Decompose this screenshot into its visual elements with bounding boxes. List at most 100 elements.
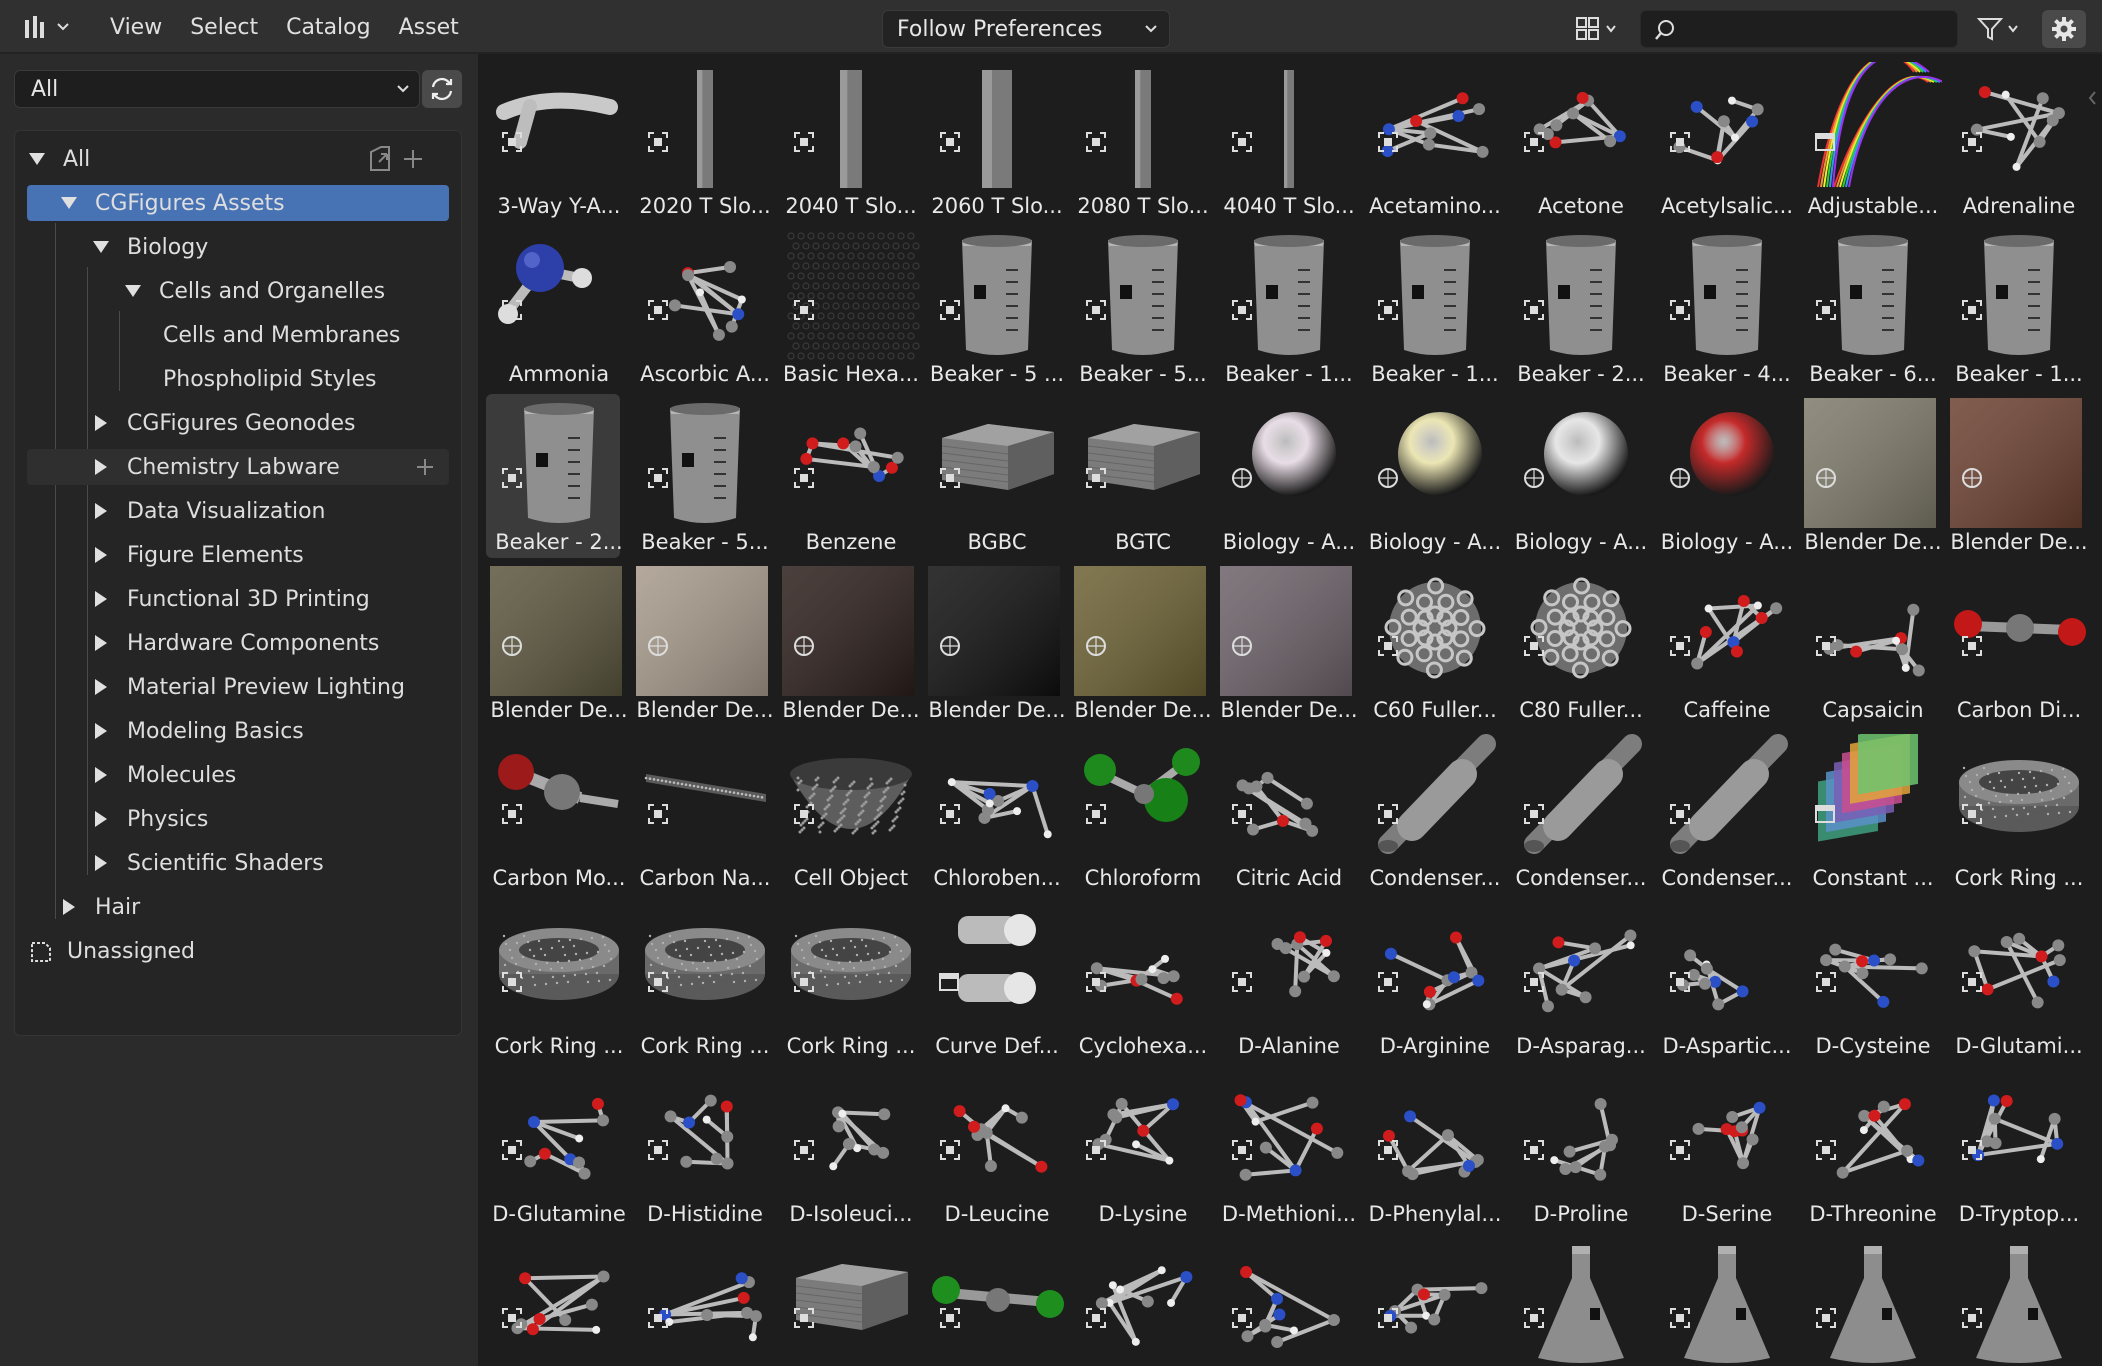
asset-tile[interactable]: Ammonia (486, 226, 632, 394)
asset-tile[interactable]: Biology - A... (1362, 394, 1508, 562)
asset-tile[interactable] (1800, 1234, 1946, 1366)
chevron-left-icon[interactable] (2088, 88, 2096, 108)
asset-tile[interactable] (1654, 1234, 1800, 1366)
disclosure-collapsed-icon[interactable] (95, 811, 107, 827)
add-catalog-icon[interactable] (415, 457, 435, 477)
asset-tile[interactable]: Cork Ring ... (486, 898, 632, 1066)
asset-tile[interactable]: Curve Def... (924, 898, 1070, 1066)
asset-tile[interactable] (1216, 1234, 1362, 1366)
asset-tile[interactable]: Biology - A... (1216, 394, 1362, 562)
disclosure-collapsed-icon[interactable] (95, 855, 107, 871)
asset-tile[interactable]: Blender De... (924, 562, 1070, 730)
asset-tile[interactable]: Beaker - 6... (1800, 226, 1946, 394)
asset-tile[interactable] (778, 1234, 924, 1366)
asset-tile[interactable]: Condenser... (1362, 730, 1508, 898)
asset-tile[interactable]: Cell Object (778, 730, 924, 898)
disclosure-collapsed-icon[interactable] (95, 723, 107, 739)
asset-tile[interactable]: D-Arginine (1362, 898, 1508, 1066)
asset-tile[interactable] (632, 1234, 778, 1366)
catalog-item-phospholipid-styles[interactable]: Phospholipid Styles (15, 361, 463, 397)
catalog-item-figure-elements[interactable]: Figure Elements (15, 537, 463, 573)
asset-tile[interactable]: Cyclohexa... (1070, 898, 1216, 1066)
asset-tile[interactable]: D-Glutami... (1946, 898, 2086, 1066)
asset-tile[interactable]: Beaker - 1... (1362, 226, 1508, 394)
import-method-dropdown[interactable]: Follow Preferences (882, 10, 1170, 48)
asset-tile[interactable]: Blender De... (1946, 394, 2086, 562)
catalog-item-modeling-basics[interactable]: Modeling Basics (15, 713, 463, 749)
asset-tile[interactable]: D-Proline (1508, 1066, 1654, 1234)
asset-tile[interactable]: Blender De... (486, 562, 632, 730)
disclosure-collapsed-icon[interactable] (95, 415, 107, 431)
asset-tile[interactable]: D-Asparag... (1508, 898, 1654, 1066)
disclosure-expanded-icon[interactable] (125, 285, 141, 297)
catalog-item-material-preview-lighting[interactable]: Material Preview Lighting (15, 669, 463, 705)
asset-tile[interactable]: Blender De... (632, 562, 778, 730)
catalog-item-cells-and-organelles[interactable]: Cells and Organelles (15, 273, 463, 309)
asset-tile[interactable]: D-Leucine (924, 1066, 1070, 1234)
asset-tile[interactable]: Cork Ring ... (778, 898, 924, 1066)
editor-type-button[interactable] (14, 8, 76, 46)
asset-tile[interactable]: Biology - A... (1508, 394, 1654, 562)
new-catalog-icon[interactable] (367, 144, 437, 174)
asset-tile[interactable]: C80 Fuller... (1508, 562, 1654, 730)
catalog-item-hair[interactable]: Hair (15, 889, 463, 925)
disclosure-collapsed-icon[interactable] (95, 503, 107, 519)
asset-tile[interactable]: Adjustable... (1800, 58, 1946, 226)
menu-view[interactable]: View (96, 15, 176, 40)
asset-tile[interactable] (1508, 1234, 1654, 1366)
catalog-item-hardware-components[interactable]: Hardware Components (15, 625, 463, 661)
disclosure-expanded-icon[interactable] (61, 197, 77, 209)
disclosure-collapsed-icon[interactable] (95, 459, 107, 475)
menu-select[interactable]: Select (176, 15, 272, 40)
disclosure-collapsed-icon[interactable] (95, 591, 107, 607)
disclosure-collapsed-icon[interactable] (95, 635, 107, 651)
asset-tile[interactable]: Blender De... (778, 562, 924, 730)
search-input[interactable] (1685, 15, 1949, 45)
asset-tile[interactable]: 4040 T Slo... (1216, 58, 1362, 226)
asset-library-dropdown[interactable]: All (14, 70, 420, 108)
asset-tile[interactable]: Condenser... (1654, 730, 1800, 898)
asset-tile[interactable]: 2040 T Slo... (778, 58, 924, 226)
asset-tile[interactable]: Citric Acid (1216, 730, 1362, 898)
asset-tile[interactable]: D-Histidine (632, 1066, 778, 1234)
asset-tile[interactable] (1946, 1234, 2086, 1366)
catalog-item-cgfigures-assets[interactable]: CGFigures Assets (15, 185, 463, 221)
asset-tile[interactable]: D-Aspartic... (1654, 898, 1800, 1066)
asset-tile[interactable]: BGBC (924, 394, 1070, 562)
asset-tile[interactable]: D-Methioni... (1216, 1066, 1362, 1234)
asset-tile[interactable]: Beaker - 5 ... (924, 226, 1070, 394)
asset-tile[interactable]: D-Serine (1654, 1066, 1800, 1234)
asset-tile[interactable]: Basic Hexa... (778, 226, 924, 394)
asset-tile[interactable]: 2060 T Slo... (924, 58, 1070, 226)
search-field[interactable] (1640, 10, 1958, 48)
asset-tile[interactable]: Chloroben... (924, 730, 1070, 898)
asset-tile[interactable]: D-Cysteine (1800, 898, 1946, 1066)
catalog-item-chemistry-labware[interactable]: Chemistry Labware (15, 449, 463, 485)
asset-tile[interactable]: Acetamino... (1362, 58, 1508, 226)
asset-tile[interactable]: Capsaicin (1800, 562, 1946, 730)
asset-tile[interactable]: D-Threonine (1800, 1066, 1946, 1234)
settings-button[interactable] (2042, 10, 2086, 48)
asset-tile[interactable]: Cork Ring ... (1946, 730, 2086, 898)
menu-asset[interactable]: Asset (385, 15, 473, 40)
catalog-item-functional-3d-printing[interactable]: Functional 3D Printing (15, 581, 463, 617)
asset-tile[interactable]: Beaker - 4... (1654, 226, 1800, 394)
asset-tile[interactable] (1070, 1234, 1216, 1366)
asset-tile[interactable]: Condenser... (1508, 730, 1654, 898)
asset-tile[interactable]: Acetylsalic... (1654, 58, 1800, 226)
asset-tile[interactable]: D-Isoleuci... (778, 1066, 924, 1234)
refresh-library-button[interactable] (422, 70, 462, 108)
asset-tile[interactable]: Beaker - 5... (1070, 226, 1216, 394)
asset-tile[interactable]: 2020 T Slo... (632, 58, 778, 226)
asset-tile[interactable]: Blender De... (1070, 562, 1216, 730)
asset-tile[interactable]: Carbon Mo... (486, 730, 632, 898)
asset-tile[interactable]: Blender De... (1800, 394, 1946, 562)
asset-tile[interactable]: Constant ... (1800, 730, 1946, 898)
asset-tile[interactable]: Beaker - 2... (486, 394, 632, 562)
asset-tile[interactable]: Chloroform (1070, 730, 1216, 898)
disclosure-expanded-icon[interactable] (93, 241, 109, 253)
filter-button[interactable] (1970, 10, 2026, 48)
catalog-item-cgfigures-geonodes[interactable]: CGFigures Geonodes (15, 405, 463, 441)
asset-tile[interactable]: Carbon Na... (632, 730, 778, 898)
asset-tile[interactable]: D-Glutamine (486, 1066, 632, 1234)
